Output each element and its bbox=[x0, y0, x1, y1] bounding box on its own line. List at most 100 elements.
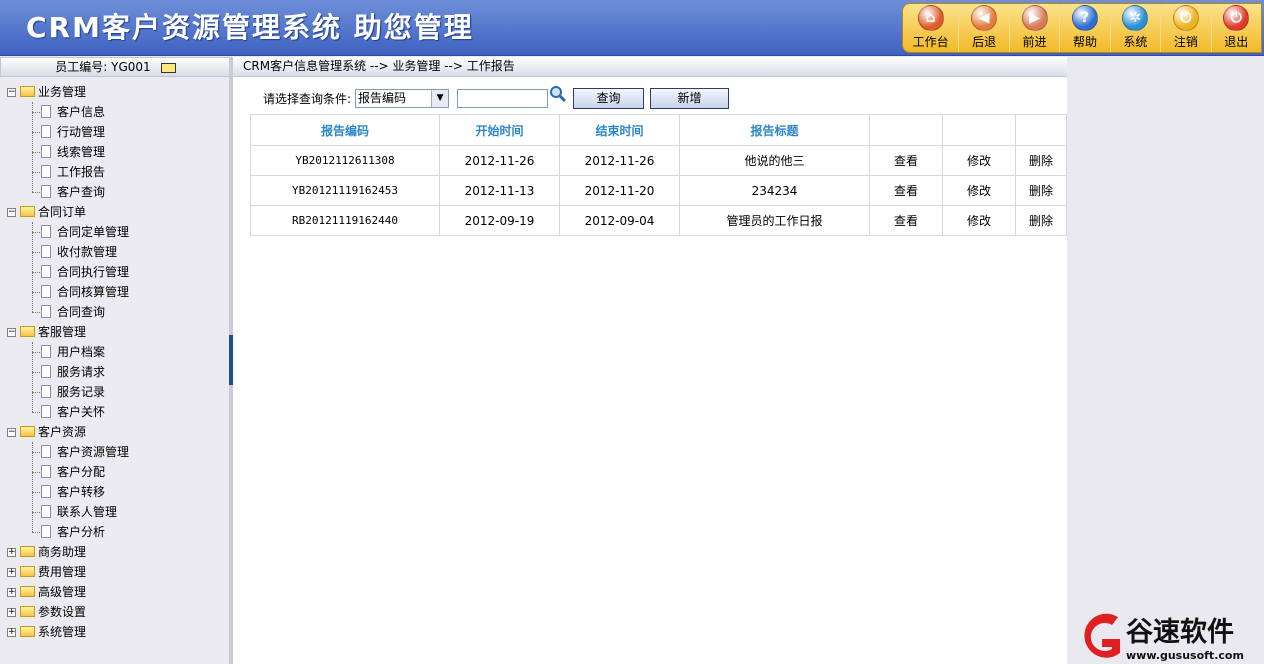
toolbar-button-2[interactable]: ▶ 前进 bbox=[1008, 4, 1059, 52]
search-icon[interactable] bbox=[549, 85, 567, 103]
mail-icon[interactable] bbox=[160, 62, 176, 73]
document-icon bbox=[41, 105, 51, 118]
search-input[interactable] bbox=[457, 88, 549, 108]
collapse-icon[interactable]: − bbox=[7, 208, 16, 217]
tree-item-label[interactable]: 合同定单管理 bbox=[57, 222, 129, 242]
toolbar-button-0[interactable]: ⌂ 工作台 bbox=[903, 4, 958, 52]
toolbar-button-3[interactable]: ? 帮助 bbox=[1059, 4, 1109, 52]
tree-item-label[interactable]: 客户分配 bbox=[57, 462, 105, 482]
tree-item[interactable]: 合同查询 bbox=[0, 302, 229, 322]
delete-link[interactable]: 删除 bbox=[1015, 175, 1067, 206]
tree-item[interactable]: 合同定单管理 bbox=[0, 222, 229, 242]
tree-group-label[interactable]: 商务助理 bbox=[38, 542, 86, 562]
tree-group-label[interactable]: 参数设置 bbox=[38, 602, 86, 622]
tree-item[interactable]: 行动管理 bbox=[0, 122, 229, 142]
expand-icon[interactable]: + bbox=[7, 568, 16, 577]
tree-item[interactable]: 客户分析 bbox=[0, 522, 229, 542]
tree-item[interactable]: 客户转移 bbox=[0, 482, 229, 502]
tree-item[interactable]: 合同核算管理 bbox=[0, 282, 229, 302]
tree-group-label[interactable]: 高级管理 bbox=[38, 582, 86, 602]
tree-group-0[interactable]: − 业务管理 bbox=[0, 82, 229, 102]
tree-item-label[interactable]: 合同查询 bbox=[57, 302, 105, 322]
expand-icon[interactable]: + bbox=[7, 608, 16, 617]
tree-item-label[interactable]: 用户档案 bbox=[57, 342, 105, 362]
tree-item[interactable]: 客户关怀 bbox=[0, 402, 229, 422]
employee-id: 员工编号: YG001 bbox=[55, 60, 151, 74]
toolbar-button-5[interactable]: ⏻ 注销 bbox=[1160, 4, 1210, 52]
edit-link[interactable]: 修改 bbox=[942, 205, 1016, 236]
tree-item-label[interactable]: 客户关怀 bbox=[57, 402, 105, 422]
tree-item-label[interactable]: 客户查询 bbox=[57, 182, 105, 202]
report-code-cell: YB2012112611308 bbox=[250, 145, 440, 176]
tree-group-label[interactable]: 系统管理 bbox=[38, 622, 86, 642]
tree-item-label[interactable]: 联系人管理 bbox=[57, 502, 117, 522]
expand-icon[interactable]: + bbox=[7, 628, 16, 637]
tree-item[interactable]: 工作报告 bbox=[0, 162, 229, 182]
toolbar-button-6[interactable]: ⏻ 退出 bbox=[1210, 4, 1261, 52]
tree-item[interactable]: 合同执行管理 bbox=[0, 262, 229, 282]
tree-item-label[interactable]: 客户信息 bbox=[57, 102, 105, 122]
collapse-icon[interactable]: − bbox=[7, 328, 16, 337]
tree-group-2[interactable]: − 客服管理 bbox=[0, 322, 229, 342]
tree-item-label[interactable]: 客户分析 bbox=[57, 522, 105, 542]
tree-item[interactable]: 客户资源管理 bbox=[0, 442, 229, 462]
tree-group-7[interactable]: + 参数设置 bbox=[0, 602, 229, 622]
tree-group-1[interactable]: − 合同订单 bbox=[0, 202, 229, 222]
tree-item-label[interactable]: 收付款管理 bbox=[57, 242, 117, 262]
toolbar-button-4[interactable]: ✲ 系统 bbox=[1109, 4, 1160, 52]
tree-item-label[interactable]: 服务请求 bbox=[57, 362, 105, 382]
tree-item[interactable]: 服务记录 bbox=[0, 382, 229, 402]
delete-link[interactable]: 删除 bbox=[1015, 205, 1067, 236]
query-button[interactable]: 查询 bbox=[573, 87, 645, 109]
tree-item-label[interactable]: 行动管理 bbox=[57, 122, 105, 142]
expand-icon[interactable]: + bbox=[7, 548, 16, 557]
tree-item-label[interactable]: 合同核算管理 bbox=[57, 282, 129, 302]
collapse-icon[interactable]: − bbox=[7, 428, 16, 437]
tree-group-4[interactable]: + 商务助理 bbox=[0, 542, 229, 562]
logout-icon: ⏻ bbox=[1172, 5, 1199, 31]
tree-item[interactable]: 客户分配 bbox=[0, 462, 229, 482]
tree-group-label[interactable]: 客户资源 bbox=[38, 422, 86, 442]
tree-group-3[interactable]: − 客户资源 bbox=[0, 422, 229, 442]
condition-select[interactable]: 报告编码 ▼ bbox=[355, 88, 450, 108]
chevron-down-icon[interactable]: ▼ bbox=[431, 89, 449, 107]
tree-item[interactable]: 服务请求 bbox=[0, 362, 229, 382]
tree-item-label[interactable]: 工作报告 bbox=[57, 162, 105, 182]
tree-item-label[interactable]: 服务记录 bbox=[57, 382, 105, 402]
tree-connector bbox=[32, 472, 40, 473]
expand-icon[interactable]: + bbox=[7, 588, 16, 597]
table-row: YB2012112611308 2012-11-26 2012-11-26 他说的他三… bbox=[250, 145, 1067, 176]
tree-item-label[interactable]: 客户转移 bbox=[57, 482, 105, 502]
tree-item-label[interactable]: 合同执行管理 bbox=[57, 262, 129, 282]
view-link[interactable]: 查看 bbox=[869, 205, 943, 236]
add-button[interactable]: 新增 bbox=[650, 87, 730, 109]
toolbar-button-1[interactable]: ◀ 后退 bbox=[958, 4, 1008, 52]
tree-group-6[interactable]: + 高级管理 bbox=[0, 582, 229, 602]
delete-link[interactable]: 删除 bbox=[1015, 145, 1067, 176]
tree-item-label[interactable]: 线索管理 bbox=[57, 142, 105, 162]
edit-link[interactable]: 修改 bbox=[942, 145, 1016, 176]
tree-item[interactable]: 联系人管理 bbox=[0, 502, 229, 522]
tree-group-8[interactable]: + 系统管理 bbox=[0, 622, 229, 642]
tree-item[interactable]: 线索管理 bbox=[0, 142, 229, 162]
home-icon: ⌂ bbox=[917, 5, 944, 31]
start-time-cell: 2012-11-13 bbox=[439, 175, 560, 206]
tree-group-label[interactable]: 合同订单 bbox=[38, 202, 86, 222]
tree-item[interactable]: 收付款管理 bbox=[0, 242, 229, 262]
gususoft-watermark-logo: 谷速软件 www.gususoft.com bbox=[1084, 613, 1244, 662]
tree-group-label[interactable]: 客服管理 bbox=[38, 322, 86, 342]
tree-group-label[interactable]: 费用管理 bbox=[38, 562, 86, 582]
tree-item[interactable]: 客户查询 bbox=[0, 182, 229, 202]
tree-item-label[interactable]: 客户资源管理 bbox=[57, 442, 129, 462]
edit-link[interactable]: 修改 bbox=[942, 175, 1016, 206]
view-link[interactable]: 查看 bbox=[869, 145, 943, 176]
collapse-icon[interactable]: − bbox=[7, 88, 16, 97]
tree-item[interactable]: 客户信息 bbox=[0, 102, 229, 122]
tree-group-label[interactable]: 业务管理 bbox=[38, 82, 86, 102]
toolbar-button-label: 注销 bbox=[1173, 35, 1198, 49]
table-row: RB20121119162440 2012-09-19 2012-09-04 管理员的… bbox=[250, 205, 1067, 236]
tree-item[interactable]: 用户档案 bbox=[0, 342, 229, 362]
view-link[interactable]: 查看 bbox=[869, 175, 943, 206]
start-time-cell: 2012-09-19 bbox=[439, 205, 560, 236]
tree-group-5[interactable]: + 费用管理 bbox=[0, 562, 229, 582]
